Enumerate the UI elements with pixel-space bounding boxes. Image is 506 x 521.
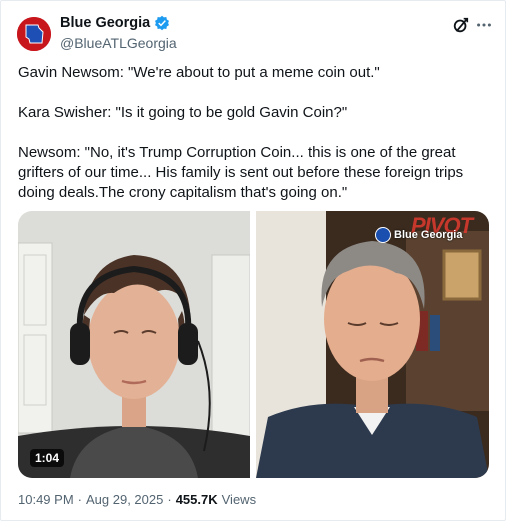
channel-watermark: Blue Georgia [375, 223, 462, 247]
verified-badge-icon [155, 15, 170, 31]
author-display-name[interactable]: Blue Georgia [60, 15, 150, 31]
meta-separator: · [77, 492, 82, 507]
author-handle[interactable]: @BlueATLGeorgia [60, 35, 177, 51]
video-player[interactable]: 1:04 PIVOT Blue Georgia [18, 211, 489, 478]
tweet-date[interactable]: Aug 29, 2025 [86, 492, 163, 507]
meta-separator: · [167, 492, 172, 507]
tweet-meta: 10:49 PM · Aug 29, 2025 · 455.7K Views [18, 492, 256, 507]
views-count: 455.7K [175, 492, 218, 507]
video-right-frame [256, 211, 489, 478]
tweet-text: Gavin Newsom: "We're about to put a meme… [18, 64, 464, 201]
watermark-avatar-icon [375, 227, 391, 243]
avatar[interactable] [17, 17, 51, 51]
watermark-channel-name: Blue Georgia [394, 229, 463, 241]
video-left-frame: 1:04 [18, 211, 250, 478]
views-label: Views [221, 492, 257, 507]
tweet-time[interactable]: 10:49 PM [18, 492, 74, 507]
more-options-icon[interactable] [475, 16, 493, 34]
video-duration: 1:04 [30, 449, 65, 467]
grok-icon[interactable] [452, 16, 470, 34]
